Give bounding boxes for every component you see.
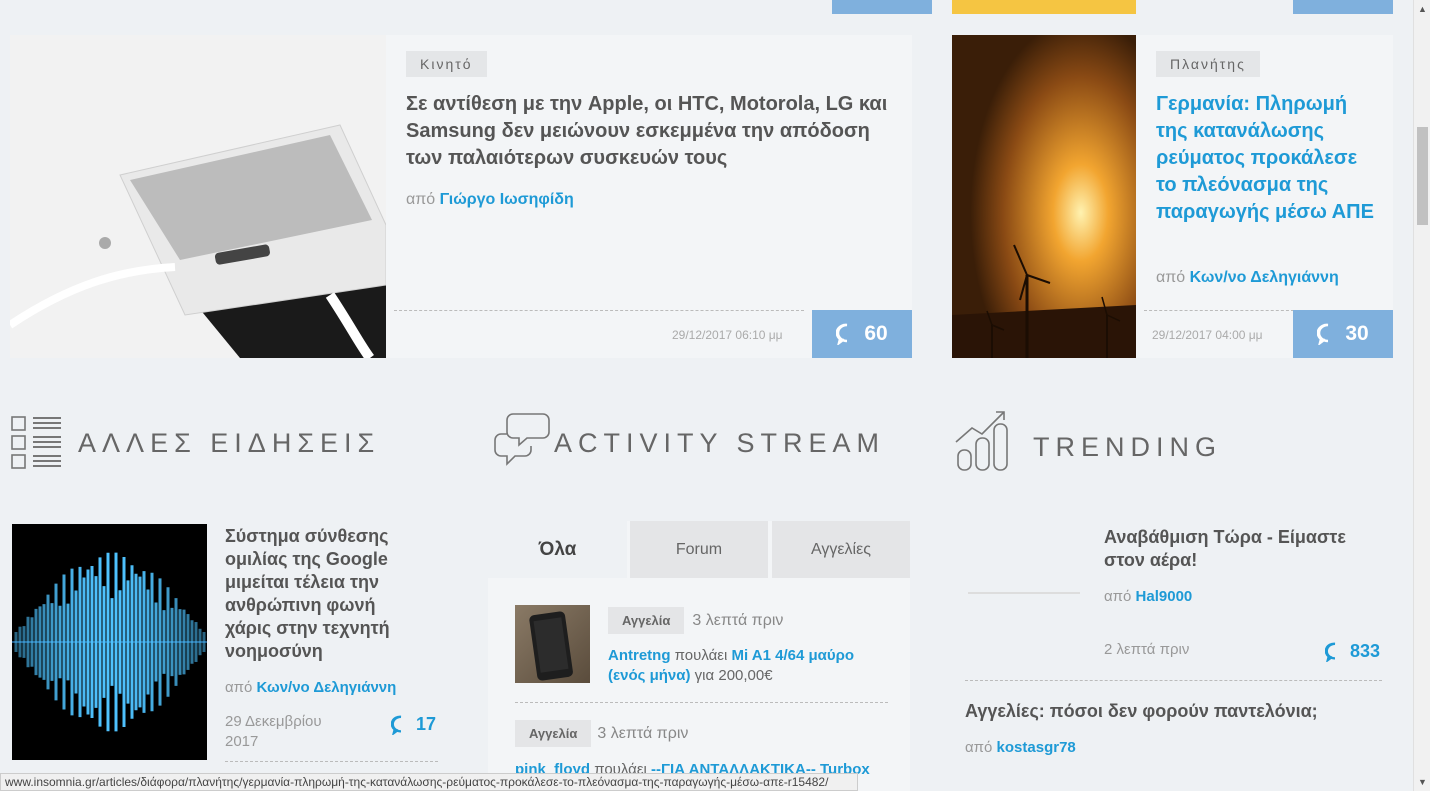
activity-item-meta: Αγγελία 3 λεπτά πριν [608,607,783,634]
byline-prefix-2: από [1156,269,1186,286]
article-byline: από Γιώργο Ιωσηφίδη [406,191,574,209]
classified-tag-2[interactable]: Αγγελία [515,720,592,747]
divider-3 [225,761,438,762]
news-date: 29 Δεκεμβρίου 2017 [225,713,322,750]
section-title-trending: TRENDING [1033,432,1222,462]
list-icon [11,415,63,474]
trending-thumbnail[interactable] [968,592,1080,594]
divider-4 [515,702,888,703]
news-title[interactable]: Σύστημα σύνθεσης ομιλίας της Google μιμε… [225,525,425,663]
activity-item-meta-2: Αγγελία 3 λεπτά πριν [515,720,688,747]
comments-button[interactable]: 60 [812,310,912,358]
comment-bubble-icon [391,715,402,735]
byline-prefix: από [406,191,436,208]
comments-count: 60 [864,322,888,345]
byline-prefix-4: από [1104,588,1132,605]
author-link-2[interactable]: Κων/νο Δεληγιάννη [1190,269,1339,286]
page-scrollbar[interactable]: ▲ ▼ [1413,0,1430,791]
article-date-2: 29/12/2017 04:00 μμ [1152,328,1263,342]
scrollbar-thumb[interactable] [1417,127,1428,225]
activity-time: 3 λεπτά πριν [692,611,784,629]
byline-prefix-5: από [965,739,993,756]
article-date: 29/12/2017 06:10 μμ [672,328,783,342]
author-link-3[interactable]: Κων/νο Δεληγιάννη [257,679,397,696]
prev-comment-button-2[interactable] [1293,0,1393,14]
section-title-activity: ACTIVITY STREAM [554,428,886,458]
article-thumbnail-sunset[interactable] [952,35,1136,358]
status-bar-url: www.insomnia.gr/articles/διάφορα/πλανήτη… [0,773,858,791]
trending-byline-2: από kostasgr78 [965,739,1076,756]
trending-chart-icon [954,408,1016,477]
article-thumbnail[interactable] [10,35,386,358]
byline-prefix-3: από [225,679,253,696]
category-tag-2[interactable]: Πλανήτης [1156,51,1260,77]
trending-byline: από Hal9000 [1104,588,1192,605]
comments-button-2[interactable]: 30 [1293,310,1393,358]
prev-thumbnail [952,0,1136,14]
article-title[interactable]: Σε αντίθεση με την Apple, οι HTC, Motoro… [406,91,896,172]
chat-bubbles-icon [493,412,553,477]
trending-comments-count: 833 [1350,641,1381,661]
category-tag[interactable]: Κινητό [406,51,487,77]
section-title-other-news: ΑΛΛΕΣ ΕΙΔΗΣΕΙΣ [78,428,381,458]
classified-tag[interactable]: Αγγελία [608,607,685,634]
divider [394,310,804,311]
user-link[interactable]: Antretng [608,647,671,664]
news-byline: από Κων/νο Δεληγιάννη [225,679,396,696]
comment-bubble-icon [1325,642,1336,662]
featured-article-card-2[interactable]: Πλανήτης Γερμανία: Πληρωμή της κατανάλωσ… [952,35,1393,358]
price-prefix: για [694,667,715,684]
news-comments-count: 17 [416,714,437,734]
tab-classifieds[interactable]: Αγγελίες [772,521,910,578]
tab-forum[interactable]: Forum [630,521,768,578]
author-link[interactable]: Γιώργο Ιωσηφίδη [440,191,574,208]
classified-thumbnail[interactable] [515,605,590,683]
author-link-4[interactable]: Hal9000 [1136,588,1193,605]
comment-bubble-icon [836,323,848,345]
tab-all[interactable]: Όλα [488,521,627,578]
author-link-5[interactable]: kostasgr78 [997,739,1076,756]
trending-comments[interactable]: 833 [1325,641,1380,662]
activity-verb: πουλάει [674,647,728,664]
scroll-down-arrow-icon[interactable]: ▼ [1418,777,1427,787]
article-title-2[interactable]: Γερμανία: Πληρωμή της κατανάλωσης ρεύματ… [1156,91,1381,226]
trending-time: 2 λεπτά πριν [1104,641,1190,658]
news-thumbnail-soundwave[interactable] [12,524,207,760]
featured-article-card[interactable]: Κινητό Σε αντίθεση με την Apple, οι HTC,… [10,35,912,358]
comments-count-2: 30 [1345,322,1369,345]
news-comments[interactable]: 17 [391,714,436,735]
activity-item-text: Antretng πουλάει Mi A1 4/64 μαύρο (ενός … [608,646,888,686]
scroll-up-arrow-icon[interactable]: ▲ [1418,4,1427,14]
trending-title[interactable]: Αναβάθμιση Τώρα - Είμαστε στον αέρα! [1104,526,1379,572]
divider-5 [965,680,1382,681]
trending-title-2[interactable]: Αγγελίες: πόσοι δεν φορούν παντελόνια; [965,700,1385,723]
activity-time-2: 3 λεπτά πριν [597,724,689,742]
prev-comment-button[interactable] [832,0,932,14]
divider-2 [1144,310,1294,311]
article-byline-2: από Κων/νο Δεληγιάννη [1156,269,1339,287]
price: 200,00€ [718,667,773,684]
comment-bubble-icon [1317,323,1329,345]
